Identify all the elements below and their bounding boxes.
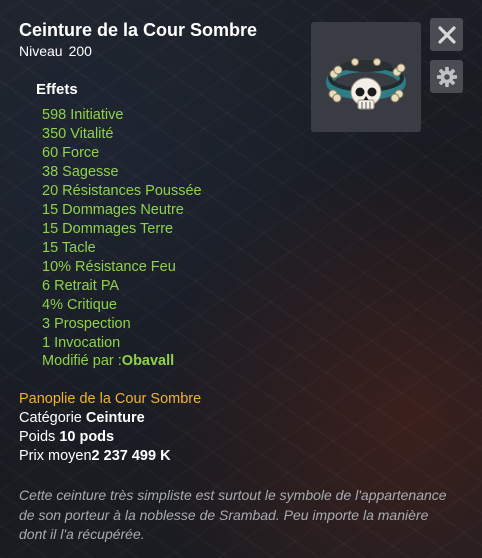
category-row: Catégorie Ceinture [19, 410, 145, 426]
price-label: Prix moyen [19, 448, 92, 464]
item-image [311, 22, 421, 132]
price-row: Prix moyen2 237 499 K [19, 448, 171, 464]
close-icon [437, 25, 456, 44]
effect-line: 15 Dommages Neutre [42, 202, 184, 218]
level-value: 200 [68, 43, 92, 59]
category-value: Ceinture [85, 410, 145, 426]
level-label: Niveau [19, 43, 63, 59]
effect-line: 598 Initiative [42, 107, 124, 123]
effects-list: 598 Initiative 350 Vitalité 60 Force 38 … [42, 106, 202, 353]
category-label: Catégorie [19, 410, 82, 426]
effect-line: 15 Dommages Terre [42, 221, 174, 237]
item-description: Cette ceinture très simpliste est surtou… [19, 487, 447, 542]
gear-icon [436, 66, 457, 87]
effect-line: 38 Sagesse [42, 164, 119, 180]
effects-heading: Effets [36, 81, 78, 98]
weight-row: Poids 10 pods [19, 429, 114, 445]
modified-by: Modifié par :Obavall [42, 353, 174, 369]
modified-label: Modifié par : [42, 353, 122, 369]
weight-label: Poids [19, 429, 56, 445]
effect-line: 4% Critique [42, 297, 117, 313]
effect-line: 15 Tacle [42, 240, 96, 256]
effect-line: 60 Force [42, 145, 100, 161]
effect-line: 20 Résistances Poussée [42, 183, 202, 199]
item-set-link[interactable]: Panoplie de la Cour Sombre [19, 391, 201, 407]
settings-button[interactable] [430, 60, 463, 93]
effect-line: 1 Invocation [42, 335, 121, 351]
effect-line: 10% Résistance Feu [42, 259, 176, 275]
weight-value: 10 pods [59, 429, 115, 445]
effect-line: 350 Vitalité [42, 126, 114, 142]
modified-by-name: Obavall [121, 353, 175, 369]
effect-line: 3 Prospection [42, 316, 131, 332]
item-name: Ceinture de la Cour Sombre [19, 20, 258, 40]
item-tooltip-panel: Ceinture de la Cour Sombre Niveau 200 Ef… [0, 0, 482, 558]
effect-line: 6 Retrait PA [42, 278, 120, 294]
price-value: 2 237 499 K [91, 448, 171, 464]
item-level: Niveau 200 [19, 43, 98, 59]
close-button[interactable] [430, 18, 463, 51]
skull-belt-icon [326, 58, 406, 110]
